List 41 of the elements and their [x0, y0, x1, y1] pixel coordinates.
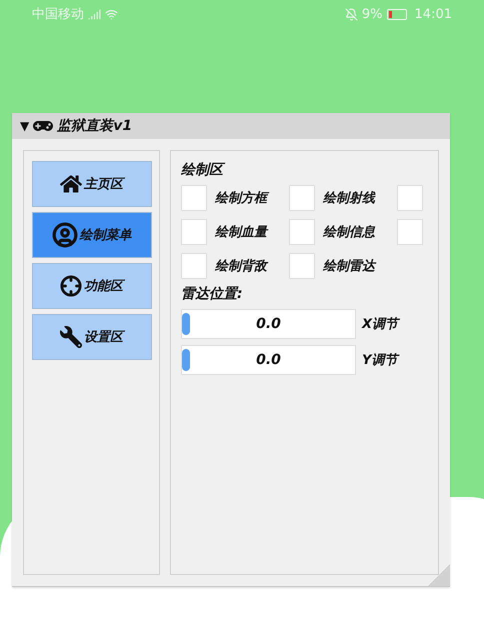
- nav-button[interactable]: 功能区: [32, 263, 152, 309]
- checkbox[interactable]: [397, 219, 423, 245]
- checkbox-label: 绘制血量: [215, 224, 267, 241]
- crosshair-icon: [60, 275, 82, 297]
- checkbox[interactable]: [181, 185, 207, 211]
- slider-track[interactable]: 0.0: [181, 345, 356, 375]
- checkbox[interactable]: [289, 185, 315, 211]
- slider-value: 0.0: [256, 352, 281, 368]
- user-icon: [52, 222, 78, 248]
- slider-value: 0.0: [256, 316, 281, 332]
- slider-thumb[interactable]: [182, 313, 190, 335]
- nav-button[interactable]: 主页区: [32, 161, 152, 207]
- section-title: 绘制区: [181, 161, 428, 179]
- nav-button[interactable]: 绘制菜单: [32, 212, 152, 258]
- mute-icon: [344, 8, 358, 20]
- battery-icon: [386, 8, 407, 20]
- home-icon: [60, 173, 82, 195]
- collapse-triangle-icon[interactable]: ▼: [20, 119, 30, 133]
- checkbox[interactable]: [289, 219, 315, 245]
- checkbox-label: 绘制信息: [323, 224, 375, 241]
- section-title: 雷达位置:: [181, 285, 244, 303]
- checkbox-label: 绘制背敌: [215, 258, 267, 275]
- slider-thumb[interactable]: [182, 349, 190, 371]
- resize-grip-icon[interactable]: [428, 564, 450, 586]
- wifi-icon: [105, 8, 118, 20]
- slider-label: Y调节: [362, 352, 398, 369]
- checkbox-label: 绘制射线: [323, 190, 375, 207]
- checkbox[interactable]: [289, 253, 315, 279]
- slider-track[interactable]: 0.0: [181, 309, 356, 339]
- clock: 14:01: [414, 6, 452, 22]
- checkbox[interactable]: [181, 253, 207, 279]
- checkbox-label: 绘制雷达: [323, 258, 375, 275]
- battery-percent: 9%: [362, 6, 383, 22]
- checkbox[interactable]: [181, 219, 207, 245]
- slider-label: X调节: [362, 316, 398, 333]
- nav-button[interactable]: 设置区: [32, 314, 152, 360]
- checkbox-label: 绘制方框: [215, 189, 267, 207]
- checkbox[interactable]: [397, 185, 423, 211]
- wrench-icon: [60, 326, 82, 348]
- carrier-name: 中国移动: [32, 6, 84, 23]
- window-title: 监狱直装v1: [57, 117, 132, 135]
